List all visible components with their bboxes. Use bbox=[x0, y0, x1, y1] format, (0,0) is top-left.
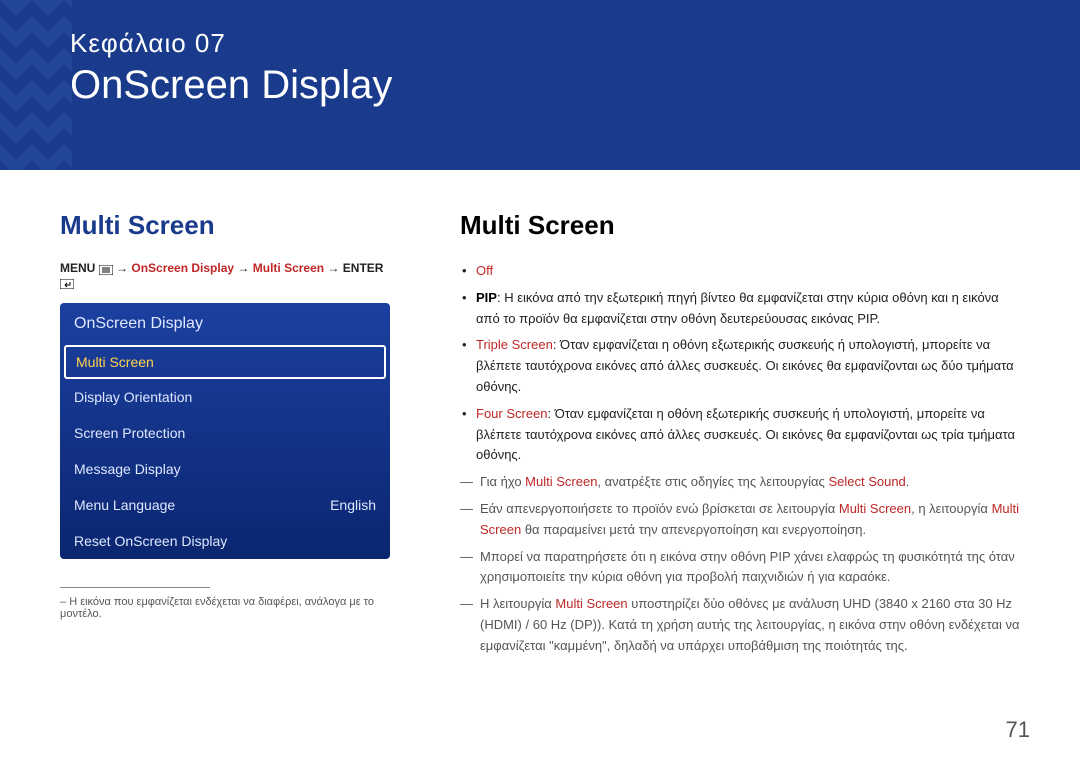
menu-item-display-orientation[interactable]: Display Orientation bbox=[60, 379, 390, 415]
breadcrumb: MENU → OnScreen Display → Multi Screen →… bbox=[60, 261, 390, 289]
feature-pip: PIP: Η εικόνα από την εξωτερική πηγή βίν… bbox=[460, 288, 1020, 330]
chapter-header: Κεφάλαιο 07 OnScreen Display bbox=[0, 0, 1080, 170]
feature-off: Off bbox=[460, 261, 1020, 282]
menu-item-label: Message Display bbox=[74, 461, 181, 477]
menu-icon bbox=[99, 264, 113, 274]
header-pattern bbox=[0, 0, 72, 170]
right-heading: Multi Screen bbox=[460, 210, 1020, 241]
menu-item-label: Reset OnScreen Display bbox=[74, 533, 227, 549]
osd-menu: OnScreen Display Multi Screen Display Or… bbox=[60, 303, 390, 559]
note-sound: Για ήχο Multi Screen, ανατρέξτε στις οδη… bbox=[460, 472, 1020, 493]
breadcrumb-multiscreen: Multi Screen bbox=[253, 261, 324, 275]
footnote-divider bbox=[60, 587, 210, 588]
right-column: Multi Screen Off PIP: Η εικόνα από την ε… bbox=[460, 210, 1020, 663]
breadcrumb-enter: ENTER bbox=[343, 261, 384, 275]
feature-four: Four Screen: Όταν εμφανίζεται η οθόνη εξ… bbox=[460, 404, 1020, 466]
note-pip-quality: Μπορεί να παρατηρήσετε ότι η εικόνα στην… bbox=[460, 547, 1020, 589]
menu-item-value: English bbox=[330, 497, 376, 513]
footnote: – Η εικόνα που εμφανίζεται ενδέχεται να … bbox=[60, 596, 390, 620]
note-persist: Εάν απενεργοποιήσετε το προϊόν ενώ βρίσκ… bbox=[460, 499, 1020, 541]
note-list: Για ήχο Multi Screen, ανατρέξτε στις οδη… bbox=[460, 472, 1020, 656]
left-column: Multi Screen MENU → OnScreen Display → M… bbox=[60, 210, 390, 663]
feature-triple: Triple Screen: Όταν εμφανίζεται η οθόνη … bbox=[460, 335, 1020, 397]
enter-icon bbox=[60, 278, 74, 288]
menu-item-menu-language[interactable]: Menu Language English bbox=[60, 487, 390, 523]
menu-item-message-display[interactable]: Message Display bbox=[60, 451, 390, 487]
menu-item-label: Menu Language bbox=[74, 497, 175, 513]
osd-menu-title: OnScreen Display bbox=[60, 303, 390, 345]
left-heading: Multi Screen bbox=[60, 210, 390, 241]
note-uhd: Η λειτουργία Multi Screen υποστηρίζει δύ… bbox=[460, 594, 1020, 656]
chapter-title: OnScreen Display bbox=[70, 61, 1020, 109]
breadcrumb-menu: MENU bbox=[60, 261, 95, 275]
menu-item-label: Multi Screen bbox=[76, 354, 154, 370]
menu-item-screen-protection[interactable]: Screen Protection bbox=[60, 415, 390, 451]
chapter-label: Κεφάλαιο 07 bbox=[70, 25, 1020, 61]
menu-item-reset[interactable]: Reset OnScreen Display bbox=[60, 523, 390, 559]
menu-item-label: Display Orientation bbox=[74, 389, 192, 405]
feature-list: Off PIP: Η εικόνα από την εξωτερική πηγή… bbox=[460, 261, 1020, 466]
breadcrumb-osd: OnScreen Display bbox=[131, 261, 234, 275]
menu-item-multi-screen[interactable]: Multi Screen bbox=[64, 345, 386, 379]
page-number: 71 bbox=[1006, 717, 1030, 743]
menu-item-label: Screen Protection bbox=[74, 425, 185, 441]
